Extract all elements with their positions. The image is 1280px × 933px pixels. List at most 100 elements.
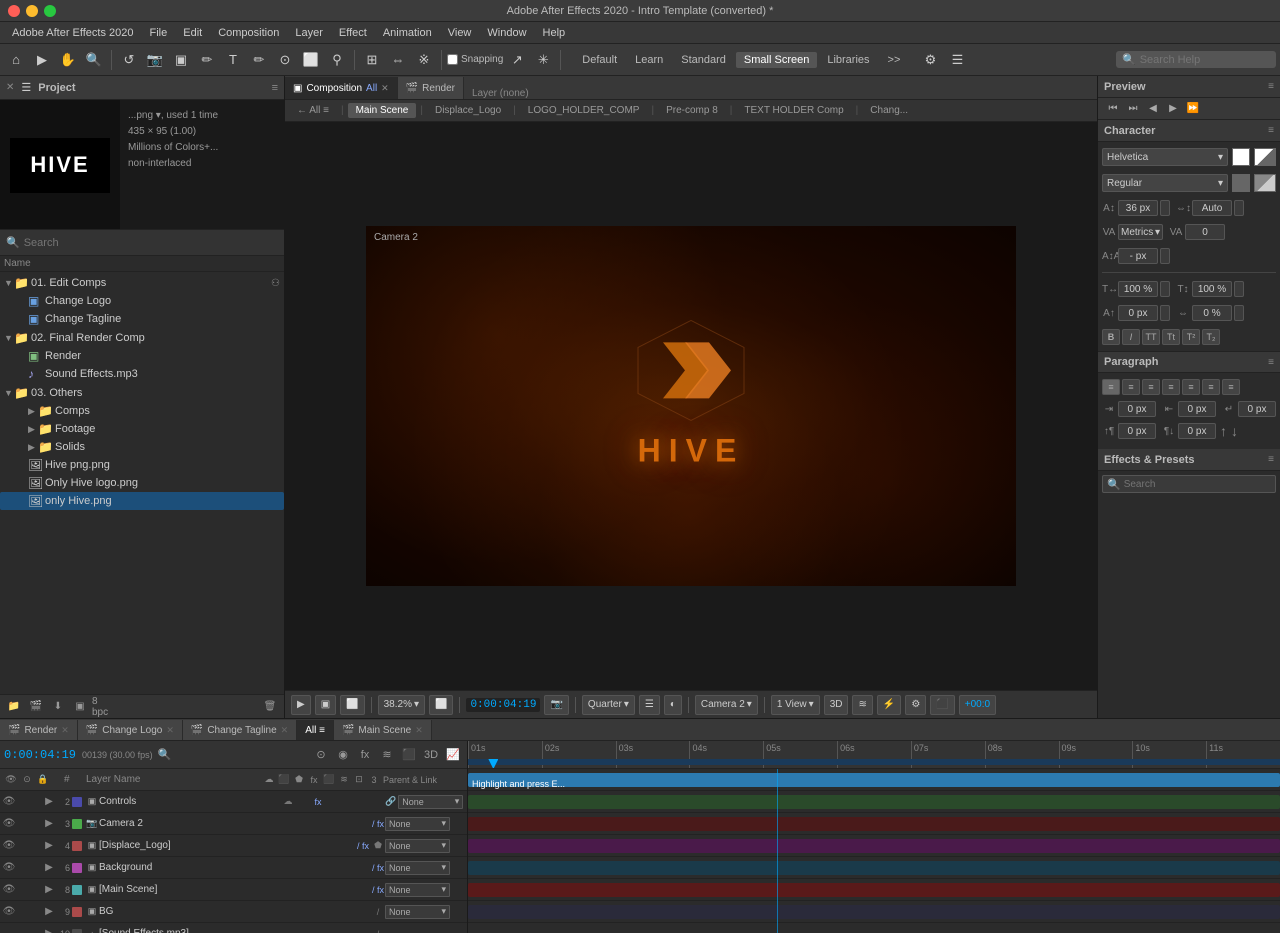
baseline-unit[interactable] [1160,305,1170,321]
baseline-input[interactable]: 0 px [1118,305,1158,321]
style-dropdown[interactable]: Regular ▾ [1102,174,1228,192]
maximize-button[interactable] [44,5,56,17]
tsume-unit[interactable] [1234,305,1244,321]
italic-btn[interactable]: I [1122,329,1140,345]
tl-tab-cl-close[interactable]: ✕ [166,725,174,736]
kern-input[interactable]: 0 [1185,224,1225,240]
tsume-input[interactable]: 0 % [1192,305,1232,321]
tl-playhead[interactable] [492,759,494,765]
distort-tool[interactable]: ※ [412,48,436,72]
layer-6-vis[interactable]: 👁 [2,862,16,873]
tree-item-change-tagline[interactable]: ▣ Change Tagline [0,310,284,328]
import-btn[interactable]: ⬇ [48,698,68,716]
panel-menu-icon[interactable]: ≡ [272,82,278,94]
tracking-dropdown[interactable]: Metrics ▾ [1118,224,1163,240]
menu-layer[interactable]: Layer [287,22,331,44]
auto-dropdown[interactable] [1234,200,1244,216]
viewer-tab-main-scene[interactable]: Main Scene [348,103,417,118]
layer-6-parent-dropdown[interactable]: None ▾ [385,861,450,875]
tl-solo-all[interactable]: ⊙ [311,746,331,764]
menu-window[interactable]: Window [479,22,534,44]
select-tool[interactable]: ▶ [30,48,54,72]
leading-unit[interactable] [1160,248,1170,264]
layer-2-parent-dropdown[interactable]: None ▾ [398,795,463,809]
preview-play[interactable]: ▶ [1164,101,1182,117]
stroke-color-split[interactable] [1254,174,1276,192]
caps-btn[interactable]: TT [1142,329,1160,345]
viewer-tab-displace[interactable]: Displace_Logo [427,103,509,118]
menu-composition[interactable]: Composition [210,22,287,44]
tree-group-header-01[interactable]: ▼ 📁 01. Edit Comps ⚇ [0,274,284,292]
layer-8-parent-dropdown[interactable]: None ▾ [385,883,450,897]
align-justify-right-btn[interactable]: ≡ [1222,379,1240,395]
scale-h-input[interactable]: 100 % [1118,281,1158,297]
left-indent-input[interactable]: 0 px [1118,401,1156,417]
camera-view-btn[interactable]: Camera 2 ▾ [695,695,758,715]
tl-search-btn[interactable]: 🔍 [155,746,175,764]
l3-fx[interactable]: / fx [371,819,385,829]
menu-ae[interactable]: Adobe After Effects 2020 [4,22,142,44]
menu-view[interactable]: View [440,22,480,44]
workspace-standard[interactable]: Standard [673,52,734,68]
toggle-3d[interactable]: 3D [824,695,849,715]
superscript-btn[interactable]: T² [1182,329,1200,345]
viewer-tab-precomp8[interactable]: Pre-comp 8 [658,103,726,118]
layer-9-vis[interactable]: 👁 [2,906,16,917]
layer-4-vis[interactable]: 👁 [2,840,16,851]
scale-v-input[interactable]: 100 % [1192,281,1232,297]
fit-btn[interactable]: ⬜ [429,695,453,715]
tab-render[interactable]: 🎬 Render [398,77,464,99]
workspace-libraries[interactable]: Libraries [819,52,877,68]
comp-tab-close[interactable]: ✕ [381,83,389,94]
region-btn[interactable]: ⬜ [340,695,364,715]
brush-tool[interactable]: ✏ [247,48,271,72]
close-panel-icon[interactable]: ✕ [6,82,14,93]
tree-group-header-03[interactable]: ▼ 📁 03. Others [0,384,284,402]
menu-animation[interactable]: Animation [375,22,440,44]
snap-options[interactable]: ↗ [505,48,529,72]
transparent-bg[interactable]: ⬛ [930,695,954,715]
new-folder-btn[interactable]: 📁 [4,698,24,716]
effects-search-input[interactable] [1124,479,1271,490]
scale-v-unit[interactable] [1234,281,1244,297]
tree-item-footage[interactable]: ▶ 📁 Footage [0,420,284,438]
preview-play-back[interactable]: ◀ [1144,101,1162,117]
tl-tab-change-logo[interactable]: 🎬 Change Logo ✕ [78,720,183,740]
workspace-more[interactable]: >> [880,52,909,68]
layer-4-expand[interactable]: ▶ [44,840,54,851]
tree-item-comps[interactable]: ▶ 📁 Comps [0,402,284,420]
bold-btn[interactable]: B [1102,329,1120,345]
paragraph-menu-icon[interactable]: ≡ [1268,357,1274,368]
fast-preview[interactable]: ⚡ [877,695,901,715]
l9-sw1[interactable]: / [371,907,385,917]
tree-group-header-02[interactable]: ▼ 📁 02. Final Render Comp [0,329,284,347]
l2-sw1[interactable]: ☁ [281,796,295,807]
workspace-small-screen[interactable]: Small Screen [736,52,817,68]
viewer-tab-chang[interactable]: Chang... [862,103,916,118]
view-layout-btn[interactable]: 1 View ▾ [771,695,820,715]
more-options[interactable]: ✳ [531,48,555,72]
font-color-split[interactable] [1254,148,1276,166]
size-unit-dropdown[interactable] [1160,200,1170,216]
zoom-display[interactable]: 38.2% ▾ [378,695,425,715]
layer-3-parent-dropdown[interactable]: None ▾ [385,817,450,831]
undo-tool[interactable]: ↺ [117,48,141,72]
workspace-menu[interactable]: ☰ [945,48,969,72]
tl-3d-toggle[interactable]: 3D [421,746,441,764]
workspace-learn[interactable]: Learn [627,52,671,68]
tl-tab-ct-close[interactable]: ✕ [281,725,289,736]
layer-4-parent-dropdown[interactable]: None ▾ [385,839,450,853]
draft-preview[interactable]: ⚙ [905,695,926,715]
l10-sw1[interactable]: / [371,929,385,933]
tree-item-render[interactable]: ▣ Render [0,347,284,365]
l8-fx[interactable]: / fx [371,885,385,895]
motion-blur[interactable]: ≋ [852,695,872,715]
tl-frame-mix[interactable]: ⬛ [399,746,419,764]
tree-item-solids[interactable]: ▶ 📁 Solids [0,438,284,456]
l2-fx[interactable]: fx [311,797,325,807]
pen-tool[interactable]: ✏ [195,48,219,72]
tl-show-all[interactable]: ◉ [333,746,353,764]
font-color-box[interactable] [1232,148,1250,166]
tl-tab-main-scene[interactable]: 🎬 Main Scene ✕ [334,720,432,740]
footage-btn[interactable]: ▣ [70,698,90,716]
